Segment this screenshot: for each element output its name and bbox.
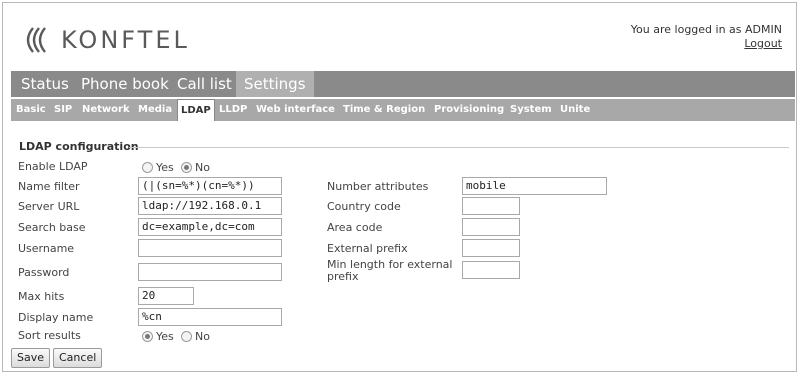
save-button[interactable]: Save bbox=[11, 348, 51, 368]
radio-icon bbox=[142, 162, 153, 173]
name-filter-label: Name filter bbox=[18, 180, 80, 193]
subtab-basic[interactable]: Basic bbox=[16, 99, 46, 121]
subtab-system[interactable]: System bbox=[510, 99, 552, 121]
max-hits-label: Max hits bbox=[18, 290, 65, 303]
password-label: Password bbox=[18, 266, 70, 279]
radio-icon bbox=[181, 331, 192, 342]
tab-call-list[interactable]: Call list bbox=[177, 71, 232, 97]
display-name-label: Display name bbox=[18, 311, 94, 324]
konftel-wave-icon bbox=[26, 27, 46, 53]
radio-label: No bbox=[195, 161, 210, 174]
server-url-label: Server URL bbox=[18, 200, 80, 213]
search-base-label: Search base bbox=[18, 221, 86, 234]
area-code-label: Area code bbox=[327, 221, 383, 234]
display-name-input[interactable]: %cn bbox=[138, 308, 282, 326]
sort-results-label: Sort results bbox=[18, 329, 81, 342]
radio-selected-icon bbox=[181, 162, 192, 173]
min-length-external-prefix-label: Min length for external prefix bbox=[327, 259, 452, 283]
subtab-ldap[interactable]: LDAP bbox=[177, 99, 215, 121]
radio-label: No bbox=[195, 330, 210, 343]
tab-phone-book[interactable]: Phone book bbox=[81, 71, 169, 97]
area-code-input[interactable] bbox=[462, 218, 520, 236]
logged-in-text: You are logged in as ADMIN bbox=[630, 23, 782, 36]
label-line-2: prefix bbox=[327, 270, 359, 283]
name-filter-input[interactable]: (|(sn=%*)(cn=%*)) bbox=[138, 177, 282, 195]
main-nav: Status Phone book Call list Settings bbox=[11, 71, 795, 97]
radio-label: Yes bbox=[156, 161, 174, 174]
subtab-provisioning[interactable]: Provisioning bbox=[434, 99, 504, 121]
enable-ldap-label: Enable LDAP bbox=[18, 160, 88, 173]
enable-ldap-no[interactable]: No bbox=[181, 161, 210, 174]
section-divider bbox=[129, 147, 789, 148]
username-input[interactable] bbox=[138, 239, 282, 257]
subtab-unite[interactable]: Unite bbox=[560, 99, 590, 121]
logo-text: KONFTEL bbox=[61, 26, 190, 54]
subtab-sip[interactable]: SIP bbox=[54, 99, 72, 121]
subtab-time-region[interactable]: Time & Region bbox=[343, 99, 425, 121]
min-length-external-prefix-input[interactable] bbox=[462, 261, 520, 279]
tab-status[interactable]: Status bbox=[21, 71, 69, 97]
section-title: LDAP configuration bbox=[19, 140, 139, 153]
konftel-logo: KONFTEL bbox=[19, 25, 190, 55]
username-label: Username bbox=[18, 242, 75, 255]
subtab-web-interface[interactable]: Web interface bbox=[256, 99, 335, 121]
logout-link[interactable]: Logout bbox=[631, 37, 782, 51]
number-attributes-input[interactable]: mobile bbox=[462, 177, 607, 195]
subtab-network[interactable]: Network bbox=[82, 99, 130, 121]
radio-label: Yes bbox=[156, 330, 174, 343]
enable-ldap-yes[interactable]: Yes bbox=[142, 161, 174, 174]
sort-results-no[interactable]: No bbox=[181, 330, 210, 343]
server-url-input[interactable]: ldap://192.168.0.1 bbox=[138, 197, 282, 215]
tab-settings[interactable]: Settings bbox=[236, 71, 314, 97]
external-prefix-input[interactable] bbox=[462, 239, 520, 257]
country-code-label: Country code bbox=[327, 200, 401, 213]
radio-selected-icon bbox=[142, 331, 153, 342]
sort-results-yes[interactable]: Yes bbox=[142, 330, 174, 343]
subtab-lldp[interactable]: LLDP bbox=[219, 99, 247, 121]
login-info: You are logged in as ADMIN Logout bbox=[631, 23, 782, 51]
subtab-media[interactable]: Media bbox=[138, 99, 172, 121]
max-hits-input[interactable]: 20 bbox=[138, 287, 194, 305]
external-prefix-label: External prefix bbox=[327, 242, 408, 255]
settings-window: KONFTEL You are logged in as ADMIN Logou… bbox=[2, 2, 797, 372]
settings-sub-nav: Basic SIP Network Media LDAP LLDP Web in… bbox=[11, 99, 795, 121]
country-code-input[interactable] bbox=[462, 197, 520, 215]
search-base-input[interactable]: dc=example,dc=com bbox=[138, 218, 282, 236]
cancel-button[interactable]: Cancel bbox=[53, 348, 103, 368]
password-input[interactable] bbox=[138, 263, 282, 281]
number-attributes-label: Number attributes bbox=[327, 180, 429, 193]
